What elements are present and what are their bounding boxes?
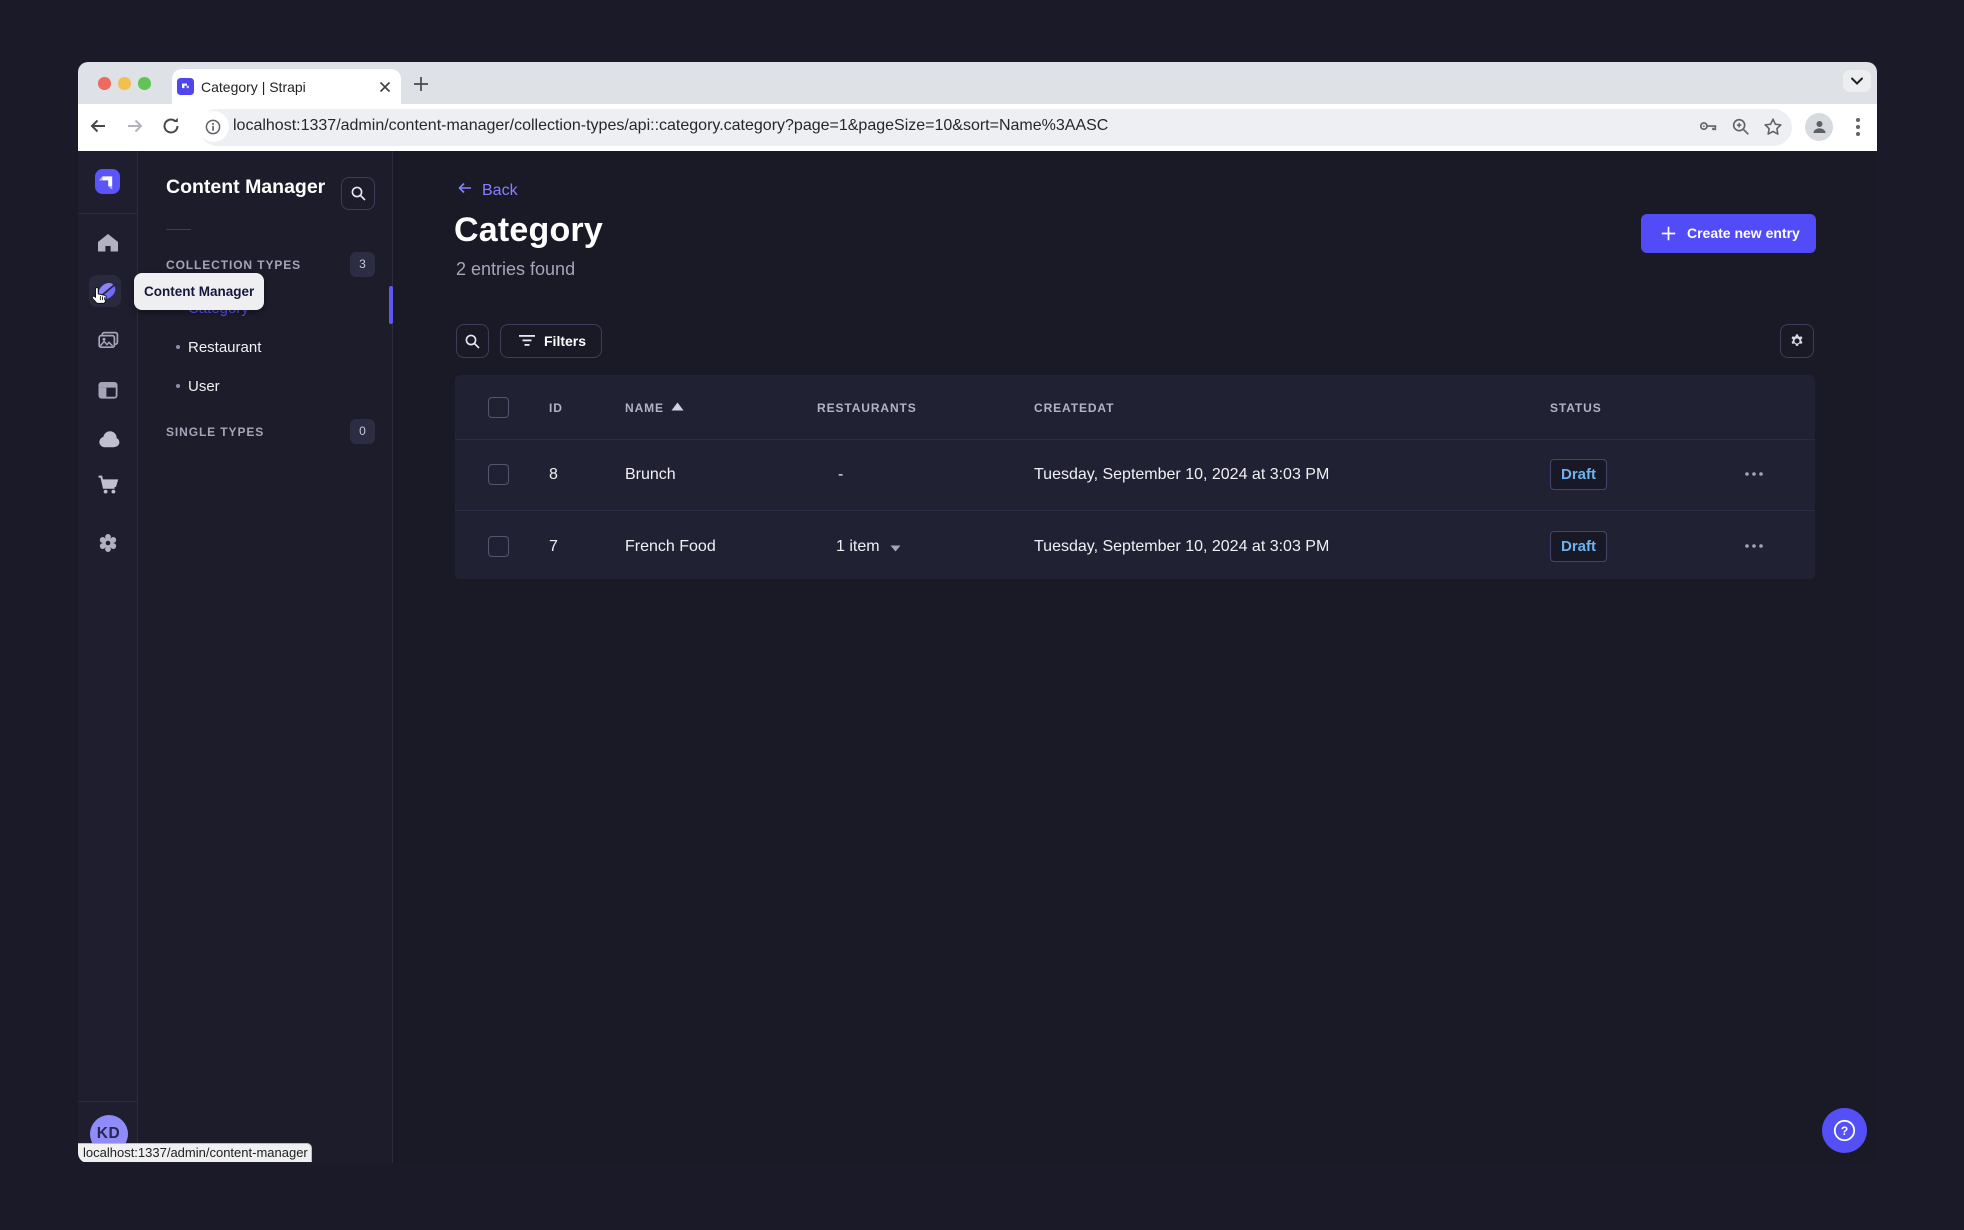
- svg-text:?: ?: [1841, 1124, 1848, 1138]
